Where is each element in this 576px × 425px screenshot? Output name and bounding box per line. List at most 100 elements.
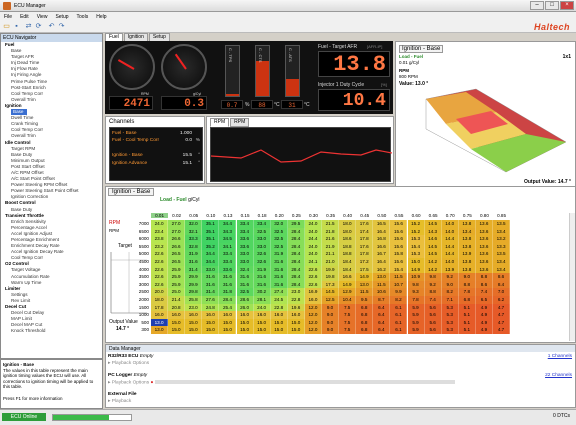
- sync-icon[interactable]: ⟳: [34, 23, 43, 31]
- table-cell[interactable]: 19.9: [322, 265, 340, 274]
- menu-view[interactable]: View: [33, 12, 52, 20]
- table-cell[interactable]: 31.9: [253, 265, 271, 274]
- table-cell[interactable]: 16.0: [304, 296, 322, 304]
- table-cell[interactable]: 6.4: [373, 311, 391, 319]
- table-cell[interactable]: 28.4: [287, 250, 305, 258]
- table-cell[interactable]: 5.3: [441, 303, 459, 312]
- table-cell[interactable]: 31.4: [185, 265, 203, 274]
- table-cell[interactable]: 16.6: [339, 273, 357, 281]
- pc-channels-link[interactable]: 22 Channels: [545, 373, 572, 378]
- table-cell[interactable]: 14.0: [441, 227, 459, 236]
- table-cell[interactable]: 15.0: [407, 258, 425, 266]
- table-cell[interactable]: 6.8: [356, 303, 374, 312]
- table-cell[interactable]: 23.0: [185, 303, 203, 312]
- play-icon[interactable]: ▸: [108, 399, 110, 404]
- table-cell[interactable]: 7.4: [475, 288, 493, 296]
- table-cell[interactable]: 16.6: [373, 242, 391, 251]
- table-cell[interactable]: 15.0: [236, 318, 254, 327]
- table-cell[interactable]: 14.2: [424, 258, 442, 266]
- table-cell[interactable]: 28.4: [287, 227, 305, 236]
- table-cell[interactable]: 5.9: [407, 311, 425, 319]
- pc-timeline[interactable]: [154, 380, 455, 384]
- connect-icon[interactable]: ⇄: [24, 23, 33, 31]
- table-cell[interactable]: 15.3: [407, 235, 425, 243]
- table-cell[interactable]: 8.2: [441, 288, 459, 296]
- table-cell[interactable]: 31.9: [270, 250, 288, 258]
- table-cell[interactable]: 28.4: [287, 242, 305, 251]
- table-cell[interactable]: 12.9: [339, 288, 357, 296]
- table-cell[interactable]: 31.6: [270, 273, 288, 281]
- table-cell[interactable]: 16.0: [236, 311, 254, 319]
- table-cell[interactable]: 16.7: [373, 250, 391, 258]
- table-cell[interactable]: 11.5: [373, 280, 391, 289]
- table-cell[interactable]: 15.6: [390, 227, 408, 236]
- table-cell[interactable]: 35.1: [202, 227, 220, 236]
- table-cell[interactable]: 14.4: [441, 250, 459, 258]
- table-cell[interactable]: 22.6: [151, 273, 169, 281]
- table-cell[interactable]: 24.0: [304, 250, 322, 258]
- table-cell[interactable]: 13.4: [493, 265, 511, 274]
- table-cell[interactable]: 22.6: [151, 280, 169, 289]
- table-cell[interactable]: 15.0: [253, 326, 271, 334]
- undo-icon[interactable]: ↶: [47, 23, 56, 31]
- table-cell[interactable]: 15.0: [287, 318, 305, 327]
- surface-3d-plot[interactable]: [416, 84, 574, 176]
- table-cell[interactable]: 13.0: [151, 318, 169, 327]
- table-cell[interactable]: 16.0: [185, 311, 203, 319]
- table-cell[interactable]: 22.6: [304, 265, 322, 274]
- table-cell[interactable]: 6.1: [390, 326, 408, 334]
- table-cell[interactable]: 13.6: [475, 227, 493, 236]
- table-cell[interactable]: 15.6: [390, 220, 408, 228]
- table-cell[interactable]: 5.6: [424, 303, 442, 312]
- table-cell[interactable]: 33.3: [185, 235, 203, 243]
- table-cell[interactable]: 28.4: [287, 258, 305, 266]
- table-cell[interactable]: 5.1: [458, 318, 476, 327]
- table-cell[interactable]: 9.0: [322, 318, 340, 327]
- table-cell[interactable]: 25.8: [185, 296, 203, 304]
- table-cell[interactable]: 16.0: [270, 311, 288, 319]
- table-cell[interactable]: 28.4: [219, 296, 237, 304]
- table-cell[interactable]: 24.1: [304, 258, 322, 266]
- table-cell[interactable]: 13.6: [475, 220, 493, 228]
- table-cell[interactable]: 23.8: [151, 235, 169, 243]
- table-cell[interactable]: 29.8: [185, 288, 203, 296]
- table-cell[interactable]: 31.6: [236, 280, 254, 289]
- table-cell[interactable]: 4.9: [475, 318, 493, 327]
- table-cell[interactable]: 25.4: [219, 303, 237, 312]
- ecu-options-button[interactable]: Options: [133, 361, 150, 366]
- table-cell[interactable]: 8.8: [458, 280, 476, 289]
- table-cell[interactable]: 15.3: [407, 250, 425, 258]
- table-cell[interactable]: 31.6: [202, 273, 220, 281]
- table-cell[interactable]: 16.0: [151, 311, 169, 319]
- table-cell[interactable]: 31.6: [236, 273, 254, 281]
- table-cell[interactable]: 20.0: [151, 288, 169, 296]
- table-cell[interactable]: 24.0: [304, 227, 322, 236]
- record-icon[interactable]: ●: [150, 380, 153, 385]
- table-cell[interactable]: 13.0: [151, 326, 169, 334]
- table-cell[interactable]: 24.0: [151, 220, 169, 228]
- table-cell[interactable]: 7.0: [493, 288, 511, 296]
- table-cell[interactable]: 31.6: [202, 280, 220, 289]
- table-cell[interactable]: 5.3: [441, 311, 459, 319]
- menu-help[interactable]: Help: [92, 12, 110, 20]
- table-cell[interactable]: 14.5: [424, 242, 442, 251]
- table-cell[interactable]: 4.7: [493, 311, 511, 319]
- maximize-button[interactable]: □: [545, 1, 559, 10]
- table-cell[interactable]: 16.0: [287, 311, 305, 319]
- table-cell[interactable]: 33.6: [236, 235, 254, 243]
- table-cell[interactable]: 12.0: [304, 318, 322, 327]
- table-cell[interactable]: 15.0: [270, 326, 288, 334]
- table-cell[interactable]: 6.8: [458, 296, 476, 304]
- table-cell[interactable]: 17.2: [356, 258, 374, 266]
- table-cell[interactable]: 6.1: [390, 303, 408, 312]
- table-cell[interactable]: 17.8: [151, 303, 169, 312]
- table-cell[interactable]: 33.0: [253, 235, 271, 243]
- table-cell[interactable]: 4.7: [493, 318, 511, 327]
- table-cell[interactable]: 15.6: [390, 235, 408, 243]
- menu-tools[interactable]: Tools: [73, 12, 93, 20]
- table-cell[interactable]: 7.5: [339, 311, 357, 319]
- table-cell[interactable]: 11.5: [356, 288, 374, 296]
- table-cell[interactable]: 28.4: [287, 235, 305, 243]
- table-cell[interactable]: 23.2: [151, 242, 169, 251]
- table-cell[interactable]: 14.5: [322, 288, 340, 296]
